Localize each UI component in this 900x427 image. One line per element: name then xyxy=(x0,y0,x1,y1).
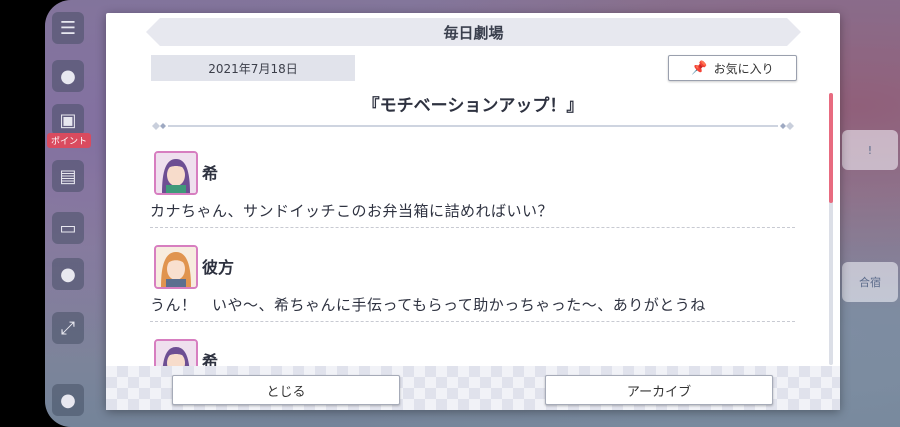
speaker-name: 彼方 xyxy=(202,258,235,277)
story-title: 『モチベーションアップ！』 xyxy=(362,96,584,116)
title-band: 毎日劇場 xyxy=(146,18,801,46)
points-tag: ポイント xyxy=(47,133,92,148)
title-divider xyxy=(152,122,794,130)
favorite-label: お気に入り xyxy=(713,61,774,76)
avatar xyxy=(154,151,198,195)
chat-icon[interactable]: ● xyxy=(52,60,84,92)
expand-icon[interactable]: ⤢ xyxy=(52,312,84,344)
camp-label: 合宿 xyxy=(859,276,881,289)
speaker-name: 希 xyxy=(202,352,219,366)
dialog-footer: とじる アーカイブ xyxy=(106,366,840,410)
avatar xyxy=(154,339,198,366)
pin-icon: 📌 xyxy=(691,60,708,76)
date-label: 2021年7月18日 xyxy=(151,55,355,81)
avatar xyxy=(154,245,198,289)
character-icon[interactable]: ● xyxy=(52,258,84,290)
dialog-title: 毎日劇場 xyxy=(443,23,504,42)
message-text: うん！ いや〜、希ちゃんに手伝ってもらって助かっちゃった〜、ありがとうね xyxy=(150,296,706,314)
close-label: とじる xyxy=(266,384,306,400)
gift-box-icon[interactable]: ▣ xyxy=(52,104,84,136)
present-icon[interactable]: ▤ xyxy=(52,160,84,192)
message-text: カナちゃん、サンドイッチこのお弁当箱に詰めればいい？ xyxy=(150,202,554,220)
line-separator xyxy=(150,227,795,228)
archive-button[interactable]: アーカイブ xyxy=(545,375,773,405)
profile-icon[interactable]: ● xyxy=(52,384,84,416)
speaker-name: 希 xyxy=(202,164,219,183)
close-button[interactable]: とじる xyxy=(172,375,400,405)
side-badge-icon[interactable]: ! xyxy=(842,130,898,170)
daily-theater-dialog: 毎日劇場 2021年7月18日 📌 お気に入り 『モチベーションアップ！』 希 … xyxy=(106,13,840,410)
menu-icon[interactable]: ☰ xyxy=(52,12,84,44)
camp-button[interactable]: 合宿 xyxy=(842,262,898,302)
scrollbar-thumb[interactable] xyxy=(829,93,833,203)
line-separator xyxy=(150,321,795,322)
favorite-button[interactable]: 📌 お気に入り xyxy=(668,55,797,81)
conversation-list[interactable]: 希 カナちゃん、サンドイッチこのお弁当箱に詰めればいい？ 彼方 うん！ いや〜、… xyxy=(146,141,798,366)
archive-label: アーカイブ xyxy=(626,384,692,400)
notice-icon[interactable]: ▭ xyxy=(52,212,84,244)
